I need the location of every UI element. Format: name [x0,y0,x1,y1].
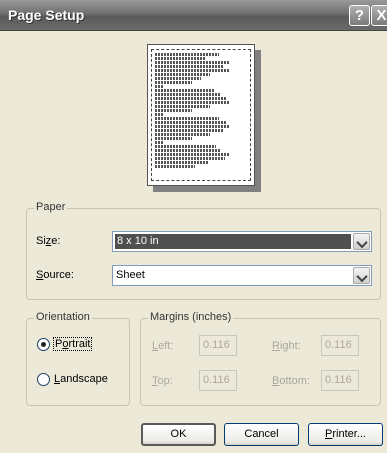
landscape-radio[interactable] [37,373,50,386]
landscape-label[interactable]: Landscape [54,373,108,385]
preview-text-line [155,101,229,104]
page-setup-dialog: Page Setup ? X Paper Size: 8 x 10 in Sou… [0,0,387,453]
preview-text-line [155,129,224,132]
preview-text-line [155,77,201,80]
ok-button[interactable]: OK [141,423,216,446]
preview-text-line [155,73,211,76]
margins-group-label: Margins (inches) [148,311,234,323]
preview-text-line [155,165,196,168]
size-select-value: 8 x 10 in [115,234,351,249]
title-bar[interactable]: Page Setup ? X [0,0,387,31]
portrait-radio[interactable] [37,338,50,351]
help-button[interactable]: ? [349,5,370,26]
margins-group: Margins (inches) [140,311,381,406]
size-select[interactable]: 8 x 10 in [112,231,372,252]
orientation-group: Orientation [26,311,130,406]
preview-text-line [155,65,224,68]
right-margin-input[interactable]: 0.116 [321,335,359,356]
preview-text-line [155,137,192,140]
size-label: Size: [36,235,61,247]
preview-text-line [155,85,165,88]
orientation-group-label: Orientation [34,311,92,323]
preview-text-line [155,121,227,124]
source-select[interactable]: Sheet [112,265,372,286]
preview-text-line [155,141,165,144]
top-margin-label: Top: [152,375,173,387]
preview-content [151,49,251,181]
preview-text-line [155,145,216,148]
preview-page [147,44,255,186]
chevron-down-icon[interactable] [353,233,370,250]
preview-text-line [155,161,209,164]
preview-text-line [155,61,229,64]
preview-text-line [155,149,222,152]
page-preview [147,44,261,192]
preview-text-line [155,117,220,120]
preview-text-line [155,153,229,156]
preview-text-line [155,113,165,116]
portrait-label[interactable]: Portrait [52,337,93,351]
right-margin-label: Right: [272,340,301,352]
close-button[interactable]: X [371,5,387,26]
left-margin-label: Left: [152,340,174,352]
preview-text-line [155,97,227,100]
source-select-value: Sheet [116,269,145,281]
left-margin-input[interactable]: 0.116 [199,335,237,356]
paper-group: Paper [26,201,381,300]
paper-group-label: Paper [34,201,68,213]
printer-button[interactable]: Printer... [308,423,383,446]
source-label: Source: [36,269,74,281]
chevron-down-icon[interactable] [353,267,370,284]
preview-text-line [155,105,211,108]
preview-text-line [155,93,222,96]
cancel-button[interactable]: Cancel [224,423,299,446]
preview-text-line [155,133,211,136]
top-margin-input[interactable]: 0.116 [199,370,237,391]
preview-text-line [155,57,206,60]
preview-text-line [155,69,231,72]
preview-text-line [155,89,215,92]
dialog-title: Page Setup [8,7,85,23]
bottom-margin-input[interactable]: 0.116 [321,370,359,391]
preview-text-line [155,109,192,112]
preview-text-line [155,81,192,84]
preview-text-line [155,157,225,160]
preview-text-line [155,53,220,56]
bottom-margin-label: Bottom: [272,375,310,387]
preview-text-line [155,125,231,128]
